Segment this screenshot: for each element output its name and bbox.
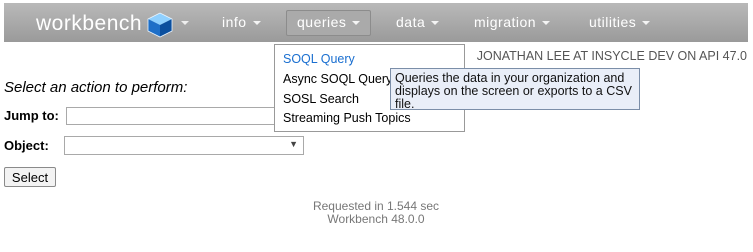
menu-info-label: info: [222, 14, 247, 30]
chevron-down-icon: [252, 21, 261, 25]
top-navbar: workbench info queries data migration ut…: [4, 3, 748, 42]
menu-data-label: data: [396, 14, 426, 30]
menu-item-soql-query[interactable]: SOQL Query: [283, 52, 355, 66]
soql-query-tooltip: Queries the data in your organization an…: [390, 68, 640, 111]
chevron-down-icon: [642, 21, 651, 25]
select-button[interactable]: Select: [4, 167, 56, 187]
menu-queries-label: queries: [297, 14, 347, 30]
chevron-down-icon: [352, 21, 361, 25]
chevron-down-icon: [181, 21, 189, 25]
menu-item-sosl-search[interactable]: SOSL Search: [283, 92, 359, 106]
menu-data[interactable]: data: [396, 14, 440, 30]
menu-utilities-label: utilities: [589, 14, 637, 30]
workbench-version: Workbench 48.0.0: [327, 212, 425, 226]
menu-item-async-soql-query[interactable]: Async SOQL Query: [283, 72, 392, 86]
workbench-logo-text[interactable]: workbench: [36, 12, 142, 36]
chevron-down-icon: [431, 21, 440, 25]
menu-info[interactable]: info: [222, 14, 261, 30]
user-info: JONATHAN LEE AT INSYCLE DEV ON API 47.0: [476, 49, 747, 63]
object-select[interactable]: ▼: [64, 136, 304, 155]
menu-queries[interactable]: queries: [286, 10, 372, 36]
jump-to-label: Jump to:: [4, 108, 59, 123]
dropdown-arrow-icon: ▼: [289, 139, 298, 149]
request-time: Requested in 1.544 sec: [312, 199, 440, 213]
menu-item-streaming-push-topics[interactable]: Streaming Push Topics: [283, 111, 411, 125]
action-prompt: Select an action to perform:: [4, 79, 188, 96]
chevron-down-icon: [542, 21, 551, 25]
jump-to-select[interactable]: [66, 107, 282, 125]
menu-migration-label: migration: [474, 14, 537, 30]
menu-utilities[interactable]: utilities: [589, 14, 651, 30]
menu-migration[interactable]: migration: [474, 14, 551, 30]
workbench-cube-icon[interactable]: [147, 12, 173, 38]
object-label: Object:: [4, 138, 49, 153]
